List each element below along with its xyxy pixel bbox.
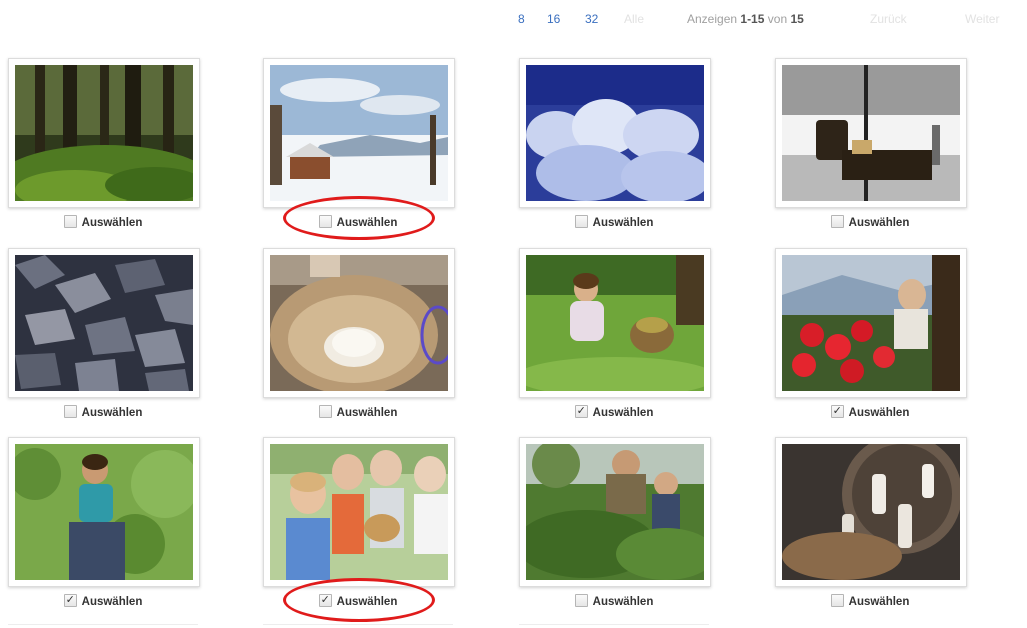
photo-gardening[interactable] xyxy=(526,444,704,580)
thumbnail-frame[interactable] xyxy=(519,248,711,398)
select-checkbox-row[interactable]: Auswählen xyxy=(263,592,453,610)
pagination-toolbar: 8 16 32 Alle Anzeigen 1-15 von 15 Zurück… xyxy=(500,8,1027,30)
photo-frosted-trees[interactable] xyxy=(526,65,704,201)
gallery-item: Auswählen xyxy=(775,248,967,419)
select-label: Auswählen xyxy=(336,596,398,608)
select-checkbox-row[interactable]: Auswählen xyxy=(263,405,453,421)
gallery-item: Auswählen xyxy=(8,437,200,608)
select-checkbox-row[interactable]: Auswählen xyxy=(519,403,709,421)
select-checkbox[interactable] xyxy=(63,592,77,608)
thumbnail-frame[interactable] xyxy=(519,58,711,208)
divider xyxy=(263,624,453,625)
divider xyxy=(8,624,198,625)
results-status: Anzeigen 1-15 von 15 xyxy=(687,12,804,26)
thumbnail-frame[interactable] xyxy=(263,248,455,398)
photo-winter-chalet[interactable] xyxy=(270,65,448,201)
photo-wool-spinning[interactable] xyxy=(782,444,960,580)
select-checkbox[interactable] xyxy=(63,405,77,418)
photo-dough-bowl[interactable] xyxy=(270,255,448,391)
select-checkbox[interactable] xyxy=(574,215,588,228)
photo-child-meadow[interactable] xyxy=(526,255,704,391)
thumbnail-frame[interactable] xyxy=(775,58,967,208)
select-label: Auswählen xyxy=(81,596,143,608)
select-checkbox-row[interactable]: Auswählen xyxy=(8,405,198,421)
select-label: Auswählen xyxy=(81,217,143,229)
photo-winter-room-chair[interactable] xyxy=(782,65,960,201)
thumbnail-frame[interactable] xyxy=(775,248,967,398)
gallery-item: Auswählen xyxy=(263,58,455,229)
per-page-16-link[interactable]: 16 xyxy=(547,12,560,26)
select-checkbox-row[interactable]: Auswählen xyxy=(8,215,198,231)
previous-page-link[interactable]: Zurück xyxy=(870,12,907,26)
select-label: Auswählen xyxy=(848,407,910,419)
photo-forest[interactable] xyxy=(15,65,193,201)
select-checkbox[interactable] xyxy=(318,215,332,228)
thumbnail-frame[interactable] xyxy=(8,437,200,587)
select-checkbox-row[interactable]: Auswählen xyxy=(8,592,198,610)
select-checkbox-row[interactable]: Auswählen xyxy=(519,594,709,610)
photo-firewood[interactable] xyxy=(15,255,193,391)
photo-geraniums-balcony[interactable] xyxy=(782,255,960,391)
select-label: Auswählen xyxy=(81,407,143,419)
per-page-32-link[interactable]: 32 xyxy=(585,12,598,26)
per-page-all-link[interactable]: Alle xyxy=(624,12,644,26)
select-checkbox[interactable] xyxy=(574,403,588,419)
thumbnail-frame[interactable] xyxy=(8,58,200,208)
select-label: Auswählen xyxy=(848,217,910,229)
select-checkbox[interactable] xyxy=(574,594,588,607)
next-page-link[interactable]: Weiter xyxy=(965,12,999,26)
select-label: Auswählen xyxy=(336,217,398,229)
gallery-item: Auswählen xyxy=(519,437,711,608)
select-label: Auswählen xyxy=(592,596,654,608)
photo-children-with-kitten[interactable] xyxy=(270,444,448,580)
select-checkbox-row[interactable]: Auswählen xyxy=(263,215,453,231)
gallery-item: Auswählen xyxy=(8,58,200,229)
divider xyxy=(519,624,709,625)
select-label: Auswählen xyxy=(336,407,398,419)
gallery-item: Auswählen xyxy=(8,248,200,419)
select-checkbox[interactable] xyxy=(830,594,844,607)
thumbnail-frame[interactable] xyxy=(775,437,967,587)
select-label: Auswählen xyxy=(592,217,654,229)
thumbnail-frame[interactable] xyxy=(263,58,455,208)
thumbnail-frame[interactable] xyxy=(519,437,711,587)
select-checkbox[interactable] xyxy=(830,403,844,419)
gallery-item: Auswählen xyxy=(519,58,711,229)
select-checkbox[interactable] xyxy=(318,592,332,608)
select-checkbox[interactable] xyxy=(318,405,332,418)
select-checkbox-row[interactable]: Auswählen xyxy=(519,215,709,231)
select-checkbox-row[interactable]: Auswählen xyxy=(775,403,965,421)
gallery-item: Auswählen xyxy=(263,248,455,419)
select-checkbox-row[interactable]: Auswählen xyxy=(775,215,965,231)
select-checkbox[interactable] xyxy=(63,215,77,228)
gallery-item: Auswählen xyxy=(519,248,711,419)
per-page-8-link[interactable]: 8 xyxy=(518,12,525,26)
select-checkbox[interactable] xyxy=(830,215,844,228)
select-checkbox-row[interactable]: Auswählen xyxy=(775,594,965,610)
select-label: Auswählen xyxy=(592,407,654,419)
thumbnail-frame[interactable] xyxy=(8,248,200,398)
select-label: Auswählen xyxy=(848,596,910,608)
gallery-item: Auswählen xyxy=(775,437,967,608)
photo-child-on-shoulders[interactable] xyxy=(15,444,193,580)
thumbnail-frame[interactable] xyxy=(263,437,455,587)
gallery-item: Auswählen xyxy=(263,437,455,608)
gallery-item: Auswählen xyxy=(775,58,967,229)
